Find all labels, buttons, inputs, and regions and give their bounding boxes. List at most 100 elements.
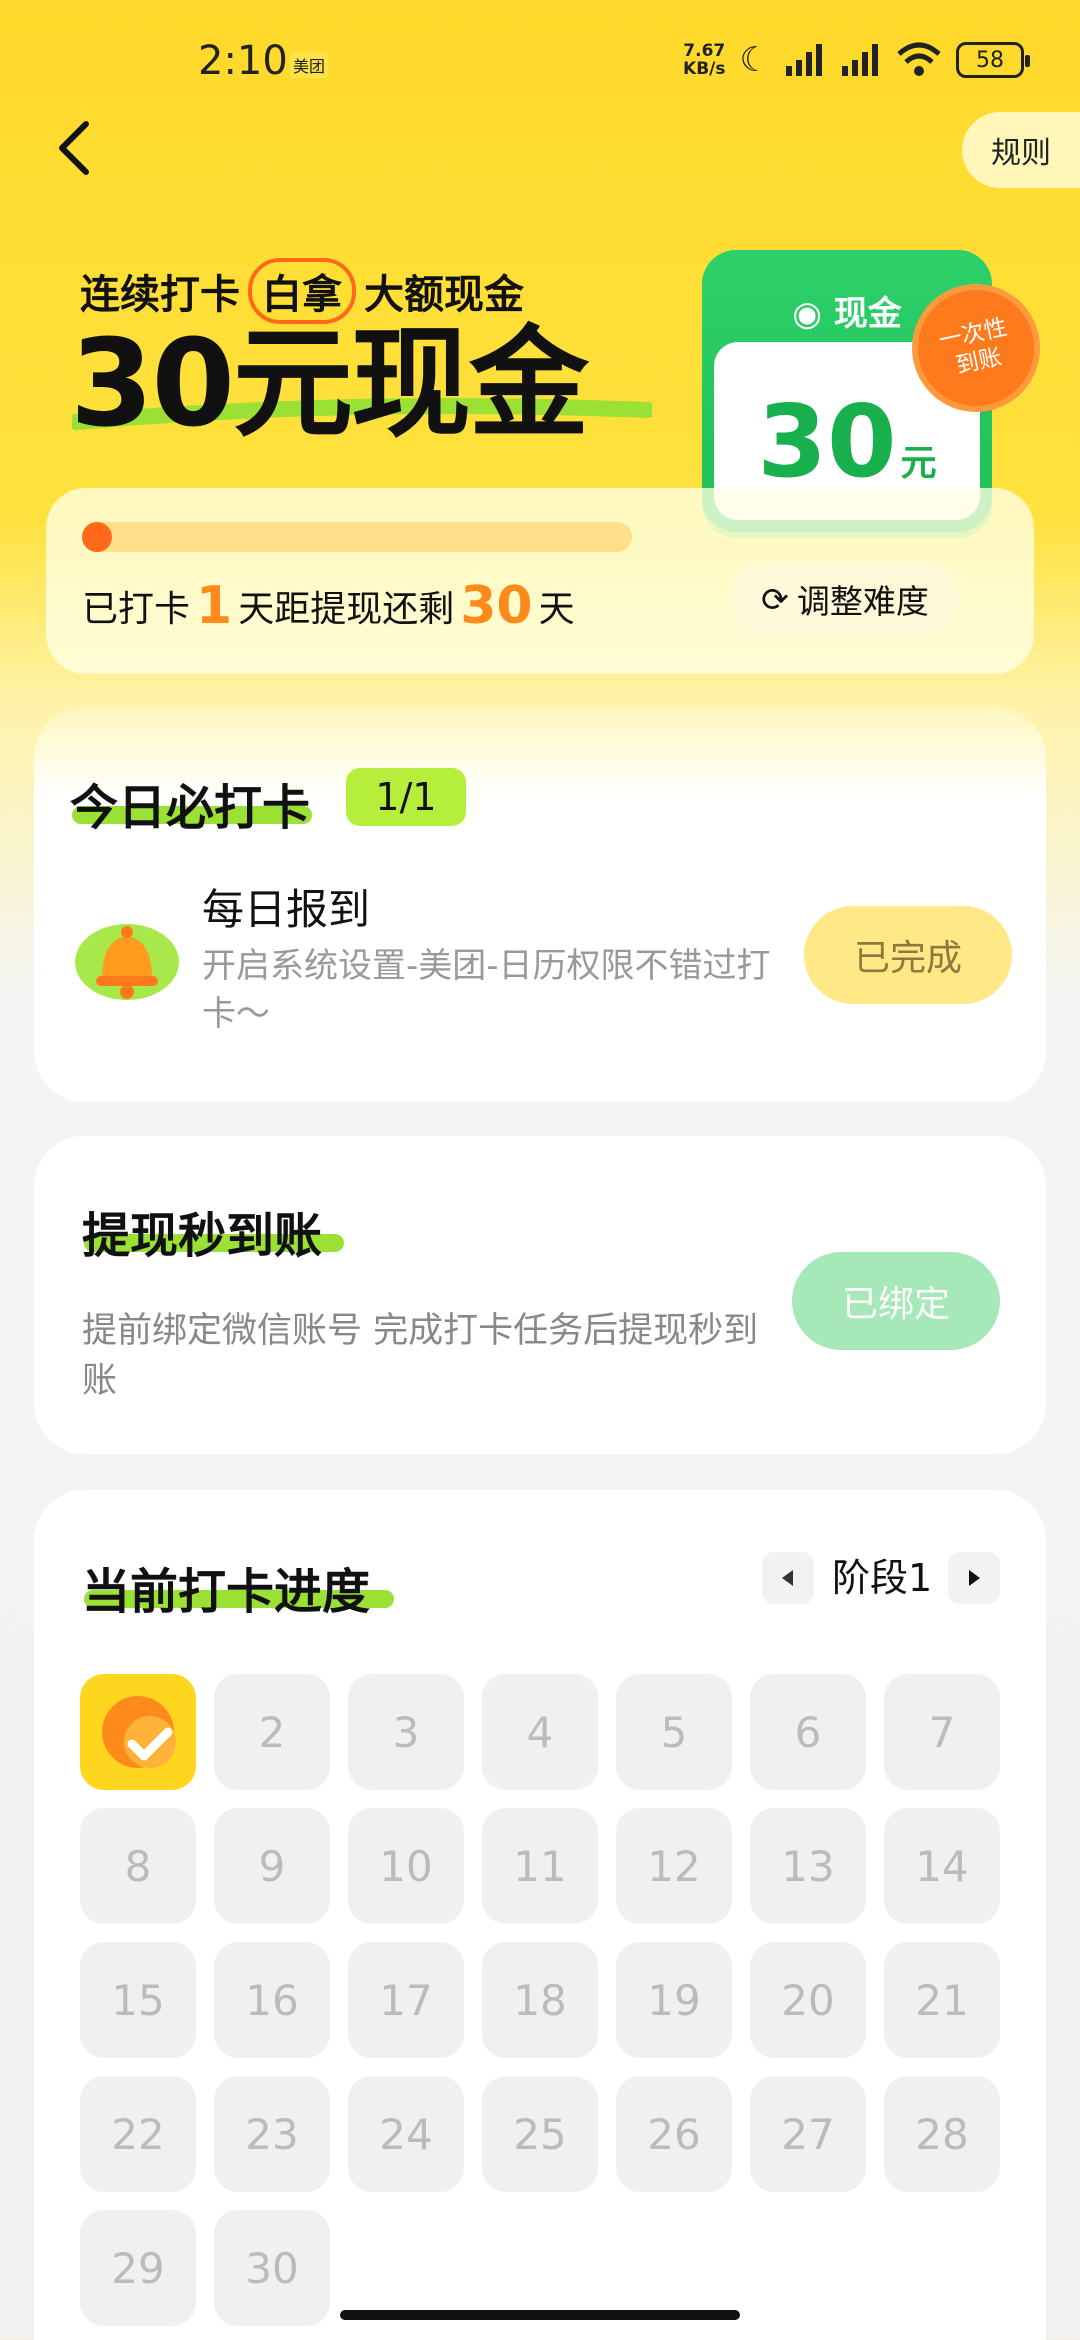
day-number: 4 <box>526 1707 554 1757</box>
days-done: 1 <box>196 576 233 636</box>
day-cell: 7 <box>884 1674 1000 1790</box>
hero-subtitle-suffix: 大额现金 <box>364 272 524 318</box>
daily-task-count-badge: 1/1 <box>346 768 466 826</box>
progress-middle: 天距提现还剩 <box>238 589 455 630</box>
day-number: 16 <box>245 1975 299 2025</box>
day-number: 8 <box>124 1841 152 1891</box>
day-number: 23 <box>245 2109 299 2159</box>
checkin-progress-title: 当前打卡进度 <box>82 1564 371 1620</box>
triangle-left-icon <box>782 1570 793 1586</box>
day-number: 18 <box>513 1975 567 2025</box>
day-number: 22 <box>111 2109 165 2159</box>
battery-level: 58 <box>976 47 1004 73</box>
day-cell-done <box>80 1674 196 1790</box>
signal-icon <box>842 44 878 76</box>
battery-icon: 58 <box>956 42 1030 78</box>
day-cell: 29 <box>80 2210 196 2326</box>
progress-track <box>82 522 632 552</box>
day-number: 28 <box>915 2109 969 2159</box>
back-button[interactable] <box>52 118 98 178</box>
status-app-tag: 美团 <box>290 52 329 78</box>
day-cell: 21 <box>884 1942 1000 2058</box>
network-speed: 7.67 KB/s <box>683 42 725 78</box>
day-cell: 23 <box>214 2076 330 2192</box>
day-number: 19 <box>647 1975 701 2025</box>
day-number: 25 <box>513 2109 567 2159</box>
day-number: 7 <box>928 1707 956 1757</box>
day-number: 24 <box>379 2109 433 2159</box>
stage-label: 阶段1 <box>832 1556 933 1600</box>
hero-subtitle-prefix: 连续打卡 <box>80 272 240 318</box>
hero-title: 30元现金 <box>70 315 589 454</box>
bell-icon <box>75 924 179 1000</box>
daily-task-title: 今日必打卡 <box>70 780 311 836</box>
day-cell: 22 <box>80 2076 196 2192</box>
triangle-right-icon <box>969 1570 980 1586</box>
progress-suffix: 天 <box>538 589 575 630</box>
day-cell: 9 <box>214 1808 330 1924</box>
day-number: 12 <box>647 1841 701 1891</box>
day-cell: 16 <box>214 1942 330 2058</box>
day-cell: 30 <box>214 2210 330 2326</box>
day-cell: 20 <box>750 1942 866 2058</box>
day-number: 10 <box>379 1841 433 1891</box>
home-indicator[interactable] <box>340 2310 740 2320</box>
day-cell: 10 <box>348 1808 464 1924</box>
day-number: 14 <box>915 1841 969 1891</box>
withdraw-description: 提前绑定微信账号 完成打卡任务后提现秒到账 <box>82 1311 759 1401</box>
day-number: 27 <box>781 2109 835 2159</box>
refresh-icon: ⟳ <box>761 579 789 619</box>
task-description: 开启系统设置-美团-日历权限不错过打卡～ <box>202 946 771 1034</box>
rules-button[interactable]: 规则 <box>962 112 1080 188</box>
day-cell: 24 <box>348 2076 464 2192</box>
day-cell: 4 <box>482 1674 598 1790</box>
day-number: 20 <box>781 1975 835 2025</box>
day-number: 6 <box>794 1707 822 1757</box>
day-number: 29 <box>111 2243 165 2293</box>
cash-card-label: 现金 <box>833 294 902 334</box>
day-cell: 5 <box>616 1674 732 1790</box>
day-cell: 11 <box>482 1808 598 1924</box>
day-cell: 18 <box>482 1942 598 2058</box>
status-icons: 7.67 KB/s ☾ 58 <box>683 40 1030 80</box>
day-number: 21 <box>915 1975 969 2025</box>
stage-next-button[interactable] <box>948 1552 1000 1604</box>
day-number: 9 <box>258 1841 286 1891</box>
task-completed-button[interactable]: 已完成 <box>804 906 1012 1004</box>
day-cell: 2 <box>214 1674 330 1790</box>
wechat-pay-icon: ◉ <box>792 294 822 334</box>
progress-text: 已打卡 1 天距提现还剩 30 天 <box>82 576 575 636</box>
day-cell: 15 <box>80 1942 196 2058</box>
status-time: 2:10 <box>198 38 288 84</box>
day-number: 3 <box>392 1707 420 1757</box>
chevron-left-icon <box>59 121 89 175</box>
day-cell: 13 <box>750 1808 866 1924</box>
day-cell: 26 <box>616 2076 732 2192</box>
day-cell: 17 <box>348 1942 464 2058</box>
day-cell: 28 <box>884 2076 1000 2192</box>
wifi-icon <box>897 42 941 76</box>
day-cell: 3 <box>348 1674 464 1790</box>
wechat-bound-button[interactable]: 已绑定 <box>792 1252 1000 1350</box>
days-left: 30 <box>460 576 533 636</box>
signal-icon <box>786 44 822 76</box>
day-cell: 8 <box>80 1808 196 1924</box>
progress-fill <box>82 522 112 552</box>
day-number: 13 <box>781 1841 835 1891</box>
day-cell: 6 <box>750 1674 866 1790</box>
day-number: 26 <box>647 2109 701 2159</box>
day-cell: 12 <box>616 1808 732 1924</box>
day-cell: 19 <box>616 1942 732 2058</box>
day-grid: 2 3 4 5 6 7 8 9 10 11 12 13 14 15 16 17 18 19 20 21 22 23 24 25… <box>80 1674 1000 2326</box>
moon-icon: ☾ <box>739 40 770 80</box>
network-speed-unit: KB/s <box>683 59 726 79</box>
checkmark-badge-icon <box>102 1696 176 1768</box>
network-speed-value: 7.67 <box>683 41 726 61</box>
day-number: 15 <box>111 1975 165 2025</box>
adjust-difficulty-button[interactable]: ⟳ 调整难度 <box>730 562 960 636</box>
day-cell: 14 <box>884 1808 1000 1924</box>
day-number: 17 <box>379 1975 433 2025</box>
day-cell: 25 <box>482 2076 598 2192</box>
progress-prefix: 已打卡 <box>82 589 191 630</box>
stage-prev-button[interactable] <box>762 1552 814 1604</box>
